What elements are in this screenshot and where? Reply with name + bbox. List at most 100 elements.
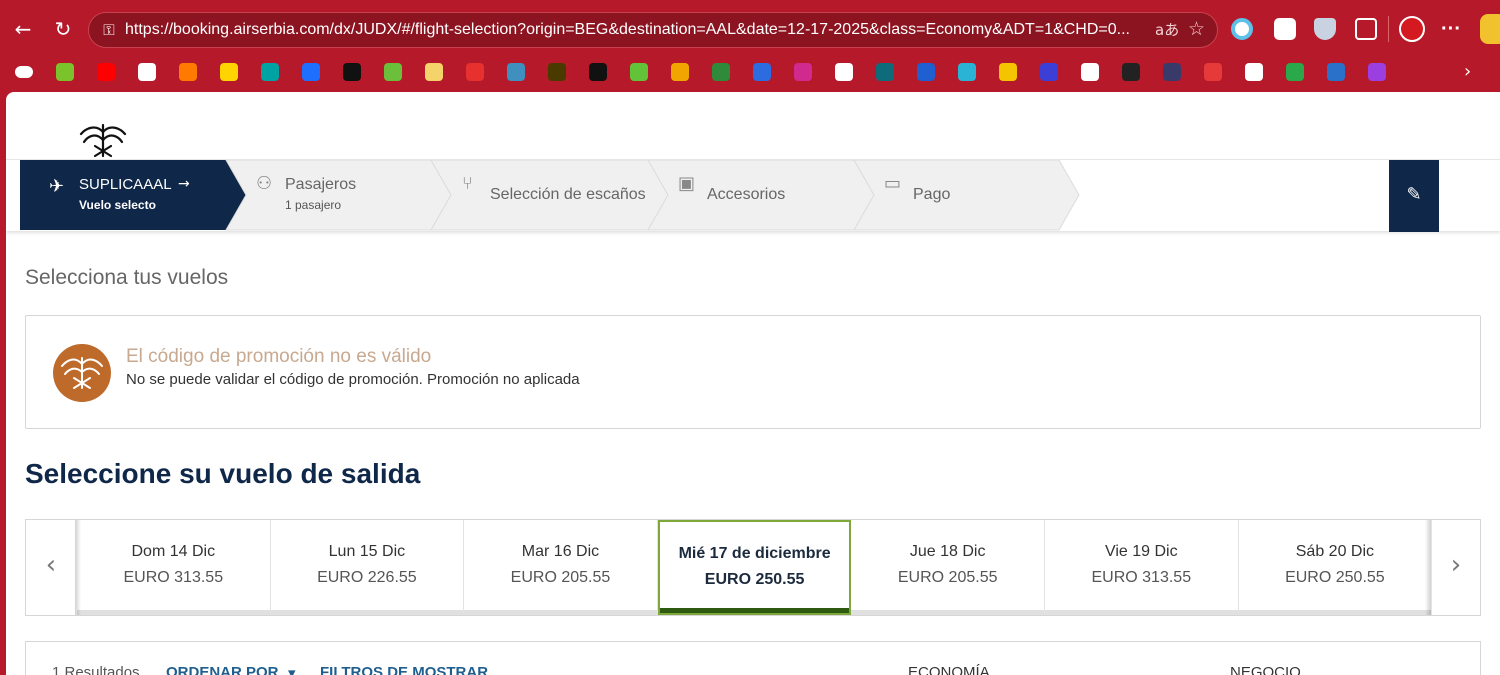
bookmark-icon[interactable] [220,63,238,81]
date-label: Vie 19 Dic [1104,543,1178,560]
bookmark-icon[interactable] [1122,63,1140,81]
profile-avatar[interactable] [1399,16,1425,42]
sort-by-link[interactable]: ORDENAR POR [166,664,279,675]
step-flight-sublabel: Vuelo selecto [79,198,156,212]
translate-icon[interactable]: aあ [1155,19,1179,41]
more-menu-icon[interactable]: ··· [1441,14,1461,44]
carousel-shadow [1425,520,1431,615]
date-label: Mié 17 de diciembre [678,545,831,562]
date-price: EURO 313.55 [123,569,224,586]
arrow-right-icon: → [178,176,190,192]
bookmark-icon[interactable] [1040,63,1058,81]
bookmark-icon[interactable] [712,63,730,81]
bookmark-icon[interactable] [876,63,894,81]
promo-logo-badge [53,344,111,402]
filter-icon[interactable]: ▾ [288,664,296,675]
business-column-header: NEGOCIO [1230,664,1301,675]
date-option[interactable]: Vie 19 Dic EURO 313.55 [1045,520,1239,615]
bookmark-icon[interactable] [1368,63,1386,81]
bookmark-icon[interactable] [1163,63,1181,81]
bookmark-icon[interactable] [56,63,74,81]
step-passengers-sublabel: 1 pasajero [285,198,342,212]
extension-icon[interactable] [1231,18,1253,40]
bookmark-icon[interactable] [753,63,771,81]
bookmark-icon[interactable] [302,63,320,81]
bookmark-icon[interactable] [671,63,689,81]
bookmark-icon[interactable] [835,63,853,81]
date-price: EURO 226.55 [317,569,417,586]
toolbar-divider [1388,16,1389,42]
bookmark-icon[interactable] [343,63,361,81]
airserbia-logo[interactable] [78,122,128,160]
bookmark-icon[interactable] [138,63,156,81]
date-price: EURO 250.55 [704,571,805,588]
address-bar[interactable]: ⚿ https://booking.airserbia.com/dx/JUDX/… [88,12,1218,48]
outbound-heading: Seleccione su vuelo de salida [25,458,421,489]
chevron-right-icon[interactable]: › [1431,520,1481,615]
step-extras-label: Accesorios [707,186,786,203]
bookmarks-more-icon[interactable]: › [1464,59,1471,85]
date-label: Dom 14 Dic [131,543,216,560]
shield-icon[interactable] [1314,18,1336,40]
plane-icon: ✈ [49,176,65,197]
date-option[interactable]: Lun 15 Dic EURO 226.55 [270,520,465,615]
bookmark-icon[interactable] [589,63,607,81]
booking-stepper: ✈ SUPLICAAAL → Vuelo selecto ⚇ Pasajeros… [6,159,1500,232]
browser-toolbar: ← ↻ ⚿ https://booking.airserbia.com/dx/J… [0,0,1500,56]
date-option[interactable]: Sáb 20 Dic EURO 250.55 [1238,520,1433,615]
bookmarks-bar: › [0,56,1500,88]
extension-icon[interactable] [1274,18,1296,40]
airline-page: ✈ SUPLICAAAL → Vuelo selecto ⚇ Pasajeros… [6,92,1500,675]
bookmark-icon[interactable] [1081,63,1099,81]
bookmark-icon[interactable] [999,63,1017,81]
bookmark-icon[interactable] [97,63,115,81]
bookmark-icon[interactable] [384,63,402,81]
step-payment-label: Pago [913,186,951,203]
date-option[interactable]: Mar 16 Dic EURO 205.55 [464,520,658,615]
bookmark-icon[interactable] [1327,63,1345,81]
page-title: Selecciona tus vuelos [25,266,229,289]
bookmark-icon[interactable] [794,63,812,81]
promo-title: El código de promoción no es válido [126,346,432,367]
promo-message: No se puede validar el código de promoci… [126,371,580,388]
person-icon: ⚇ [256,173,273,194]
date-option[interactable]: Jue 18 Dic EURO 205.55 [851,520,1045,615]
suitcase-icon: ▣ [678,173,696,194]
step-flight-label: SUPLICAAAL [79,176,172,193]
date-price: EURO 205.55 [510,569,611,586]
extensions-puzzle-icon[interactable] [1355,18,1377,40]
date-label: Jue 18 Dic [909,543,986,560]
site-info-icon[interactable]: ⚿ [99,19,119,41]
date-label: Sáb 20 Dic [1295,543,1375,560]
date-label: Lun 15 Dic [328,543,406,560]
bookmark-icon[interactable] [548,63,566,81]
bookmark-icon[interactable] [958,63,976,81]
bookmark-icon[interactable] [1204,63,1222,81]
bookmark-icon[interactable] [261,63,279,81]
bookmark-icon[interactable] [15,66,33,78]
date-option[interactable]: Dom 14 Dic EURO 313.55 [77,520,271,615]
bookmark-icon[interactable] [1286,63,1304,81]
show-filters-link[interactable]: FILTROS DE MOSTRAR [320,664,488,675]
bookmark-icon[interactable] [466,63,484,81]
reload-icon[interactable]: ↻ [48,14,78,44]
copilot-icon[interactable] [1480,14,1500,44]
promo-alert: El código de promoción no es válido No s… [25,315,1481,429]
date-carousel: ‹ › Dom 14 Dic EURO 313.55 Lun 15 Dic EURO … [25,519,1481,616]
bookmark-icon[interactable] [917,63,935,81]
bookmark-icon[interactable] [1245,63,1263,81]
url-text[interactable]: https://booking.airserbia.com/dx/JUDX/#/… [125,21,1145,39]
edit-pencil-icon[interactable]: ✎ [1389,160,1439,232]
date-price: EURO 205.55 [897,569,998,586]
airserbia-emblem-icon [61,357,103,389]
bookmark-icon[interactable] [507,63,525,81]
bookmark-icon[interactable] [179,63,197,81]
back-icon[interactable]: ← [8,14,38,44]
date-option-selected[interactable]: Mié 17 de diciembre EURO 250.55 [657,520,852,615]
bookmark-icon[interactable] [425,63,443,81]
credit-card-icon: ▭ [884,173,902,194]
bookmark-star-icon[interactable]: ☆ [1188,18,1205,40]
chevron-left-icon[interactable]: ‹ [26,520,76,615]
bookmark-icon[interactable] [630,63,648,81]
results-count: 1 Resultados [52,664,140,675]
